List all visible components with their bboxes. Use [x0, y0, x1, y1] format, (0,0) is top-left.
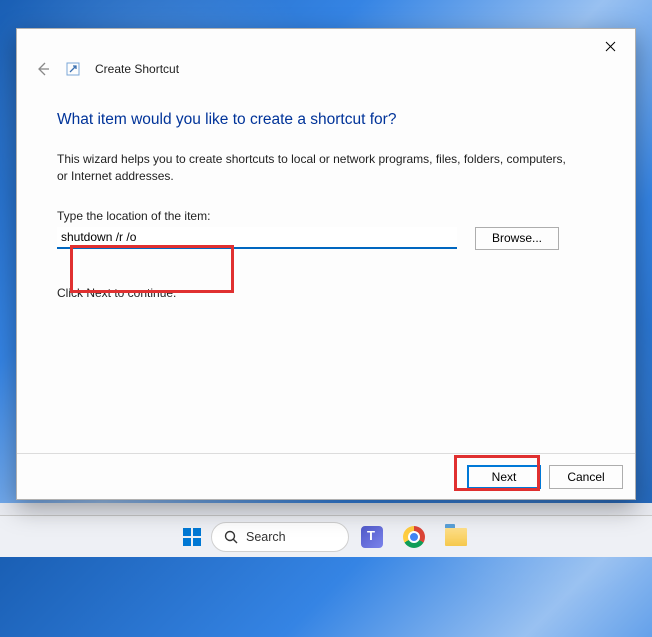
close-icon: [605, 41, 616, 52]
breadcrumb: Create Shortcut: [17, 61, 635, 83]
taskbar-search[interactable]: Search: [211, 522, 349, 552]
cancel-button[interactable]: Cancel: [549, 465, 623, 489]
windows-icon: [182, 527, 202, 547]
wizard-footer: Next Cancel: [17, 453, 635, 499]
taskbar: Search: [0, 515, 652, 557]
wizard-headline: What item would you like to create a sho…: [57, 111, 595, 129]
continue-hint: Click Next to continue.: [57, 286, 595, 300]
location-label: Type the location of the item:: [57, 209, 595, 223]
start-button[interactable]: [177, 522, 207, 552]
taskbar-chrome[interactable]: [395, 522, 433, 552]
back-button[interactable]: [35, 61, 51, 77]
search-icon: [224, 530, 238, 544]
window-titlebar: [17, 29, 635, 63]
arrow-left-icon: [35, 61, 51, 77]
browse-button[interactable]: Browse...: [475, 227, 559, 250]
desktop-strip: [0, 503, 652, 515]
window-title: Create Shortcut: [95, 62, 179, 76]
next-button[interactable]: Next: [467, 465, 541, 489]
close-button[interactable]: [587, 31, 633, 61]
taskbar-search-placeholder: Search: [246, 530, 286, 544]
taskbar-explorer[interactable]: [437, 522, 475, 552]
teams-icon: [361, 526, 383, 548]
chrome-icon: [403, 526, 425, 548]
location-input[interactable]: [57, 227, 457, 249]
taskbar-teams[interactable]: [353, 522, 391, 552]
wizard-description: This wizard helps you to create shortcut…: [57, 151, 577, 185]
file-explorer-icon: [445, 528, 467, 546]
shortcut-icon: [65, 61, 81, 77]
wizard-content: What item would you like to create a sho…: [17, 83, 635, 453]
location-row: Browse...: [57, 227, 595, 250]
create-shortcut-window: Create Shortcut What item would you like…: [16, 28, 636, 500]
